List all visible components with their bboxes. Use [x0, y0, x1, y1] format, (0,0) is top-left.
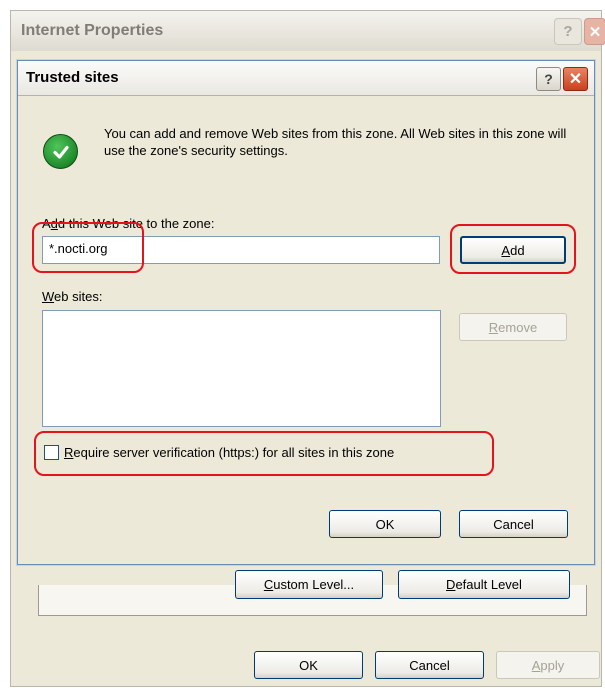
require-https-label-post: equire server verification (https:) for …: [73, 445, 395, 460]
add-button-label-accel: A: [501, 242, 511, 258]
custom-level-label-accel: C: [263, 577, 274, 592]
default-level-button[interactable]: Default Level: [398, 570, 570, 599]
site-url-input[interactable]: *.nocti.org: [42, 236, 440, 264]
bg-close-icon[interactable]: ✕: [584, 18, 605, 45]
add-button[interactable]: Add: [460, 236, 566, 264]
bg-help-icon[interactable]: ?: [554, 18, 582, 45]
custom-level-button[interactable]: Custom Level...: [235, 570, 383, 599]
add-site-label-post: d this Web site to the zone:: [57, 216, 215, 231]
bg-cancel-button[interactable]: Cancel: [375, 651, 484, 679]
add-site-label-accel: d: [50, 216, 58, 231]
default-level-label-post: efault Level: [455, 577, 522, 592]
remove-button-label-post: emove: [498, 319, 538, 335]
default-level-label-accel: D: [446, 577, 456, 592]
close-icon[interactable]: ✕: [563, 67, 588, 91]
apply-label-post: pply: [540, 657, 565, 673]
add-button-label-post: dd: [510, 242, 525, 258]
remove-button-label-accel: R: [488, 319, 499, 335]
zone-info-text: You can add and remove Web sites from th…: [104, 126, 567, 158]
bg-apply-button[interactable]: Apply: [496, 651, 600, 679]
websites-list[interactable]: [42, 310, 441, 427]
cancel-button[interactable]: Cancel: [459, 510, 568, 538]
internet-properties-title: Internet Properties: [11, 11, 601, 51]
add-site-label-pre: A: [42, 216, 51, 231]
require-https-label[interactable]: Require server verification (https:) for…: [64, 445, 394, 460]
ok-button[interactable]: OK: [329, 510, 441, 538]
websites-label-accel: W: [42, 289, 55, 304]
check-circle-icon: [43, 134, 78, 169]
websites-label-post: eb sites:: [54, 289, 103, 304]
require-https-checkbox[interactable]: [44, 445, 59, 460]
remove-button[interactable]: Remove: [459, 313, 567, 341]
trusted-sites-title: Trusted sites: [18, 61, 594, 96]
websites-label: Web sites:: [42, 289, 102, 304]
add-site-label: Add this Web site to the zone:: [42, 216, 214, 231]
bg-ok-button[interactable]: OK: [254, 651, 363, 679]
trusted-sites-dialog: Trusted sites ? ✕ You can add and remove…: [17, 60, 595, 565]
help-icon[interactable]: ?: [536, 67, 561, 91]
require-https-label-accel: R: [64, 445, 74, 460]
apply-label-accel: A: [531, 657, 541, 673]
custom-level-label-post: ustom Level...: [273, 577, 355, 592]
